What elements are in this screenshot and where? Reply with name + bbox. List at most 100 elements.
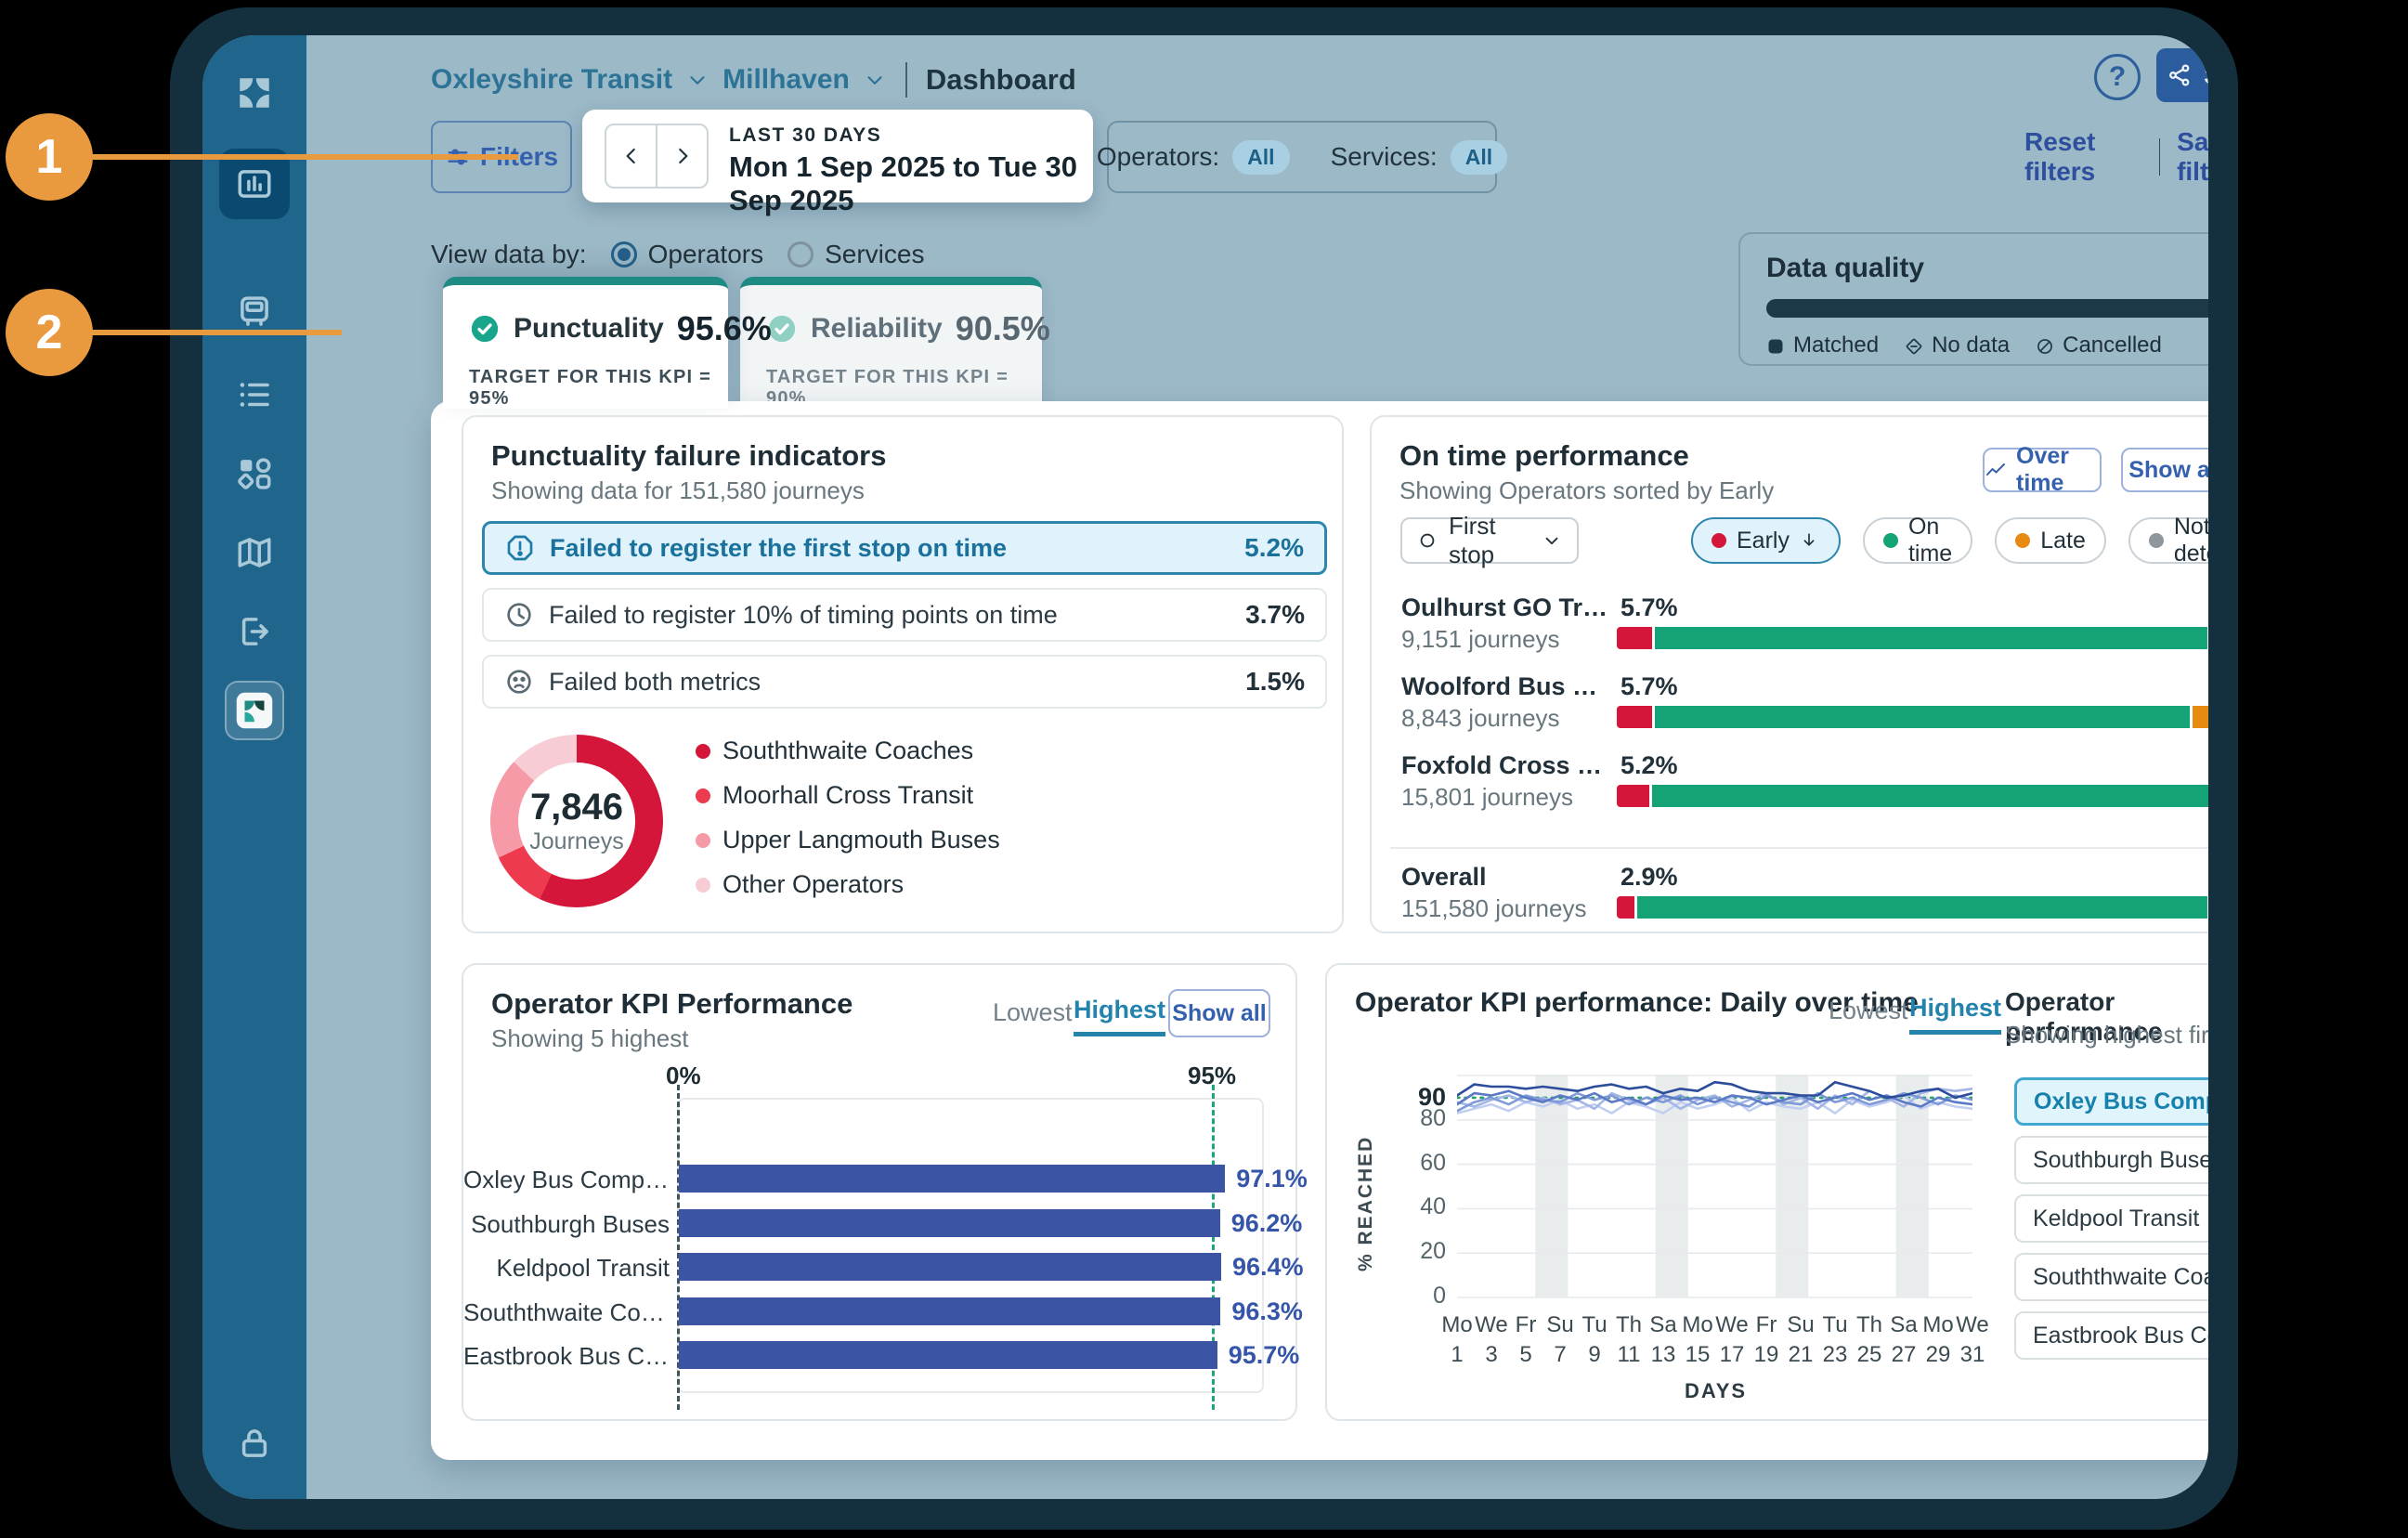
lock-nav-item[interactable]	[225, 1414, 284, 1473]
help-button[interactable]: ?	[2094, 54, 2141, 100]
ontime-card-title: On time performance	[1399, 439, 1689, 473]
bar-segment	[1617, 896, 1634, 919]
legend-item: Cancelled	[2036, 332, 2162, 358]
org-selector[interactable]: Oxleyshire Transit	[431, 64, 672, 96]
on-time-performance-card: On time performance Showing Operators so…	[1370, 415, 2208, 933]
kpi-highest-toggle[interactable]: Highest	[1074, 996, 1165, 1036]
failure-label: Failed both metrics	[549, 668, 761, 697]
list-nav-item[interactable]	[225, 365, 284, 424]
check-circle-icon	[469, 313, 501, 345]
kpi-lowest-toggle[interactable]: Lowest	[993, 998, 1073, 1027]
data-quality-panel: Data quality Matched No data Cancelled	[1738, 232, 2208, 366]
services-filter-label: Services:	[1331, 142, 1438, 172]
chip-dot-icon	[1712, 533, 1726, 548]
active-filters-summary: Operators: All Services: All	[1107, 121, 1497, 193]
reset-filters-link[interactable]: Reset filters	[2024, 127, 2142, 187]
failure-indicator-row[interactable]: Failed to register the first stop on tim…	[482, 521, 1327, 575]
view-by-option-operators[interactable]: Operators	[611, 240, 764, 269]
tab-value: 95.6%	[677, 309, 772, 348]
ontime-card-subtitle: Showing Operators sorted by Early	[1399, 476, 1774, 505]
legend-label: Matched	[1793, 332, 1879, 358]
operator-list-item[interactable]: Southburgh Buses	[2014, 1136, 2208, 1184]
logout-nav-item[interactable]	[225, 602, 284, 661]
daily-y-tick: 40	[1412, 1193, 1446, 1220]
failure-label: Failed to register 10% of timing points …	[549, 601, 1058, 630]
sad-face-icon	[504, 667, 534, 697]
failure-value: 3.7%	[1245, 600, 1305, 630]
tab-reliability[interactable]: Reliability90.5%TARGET FOR THIS KPI = 90…	[740, 277, 1042, 416]
kpi-category-label: Keldpool Transit	[463, 1254, 670, 1283]
chip-on-time[interactable]: On time	[1863, 517, 1972, 564]
operator-journeys: 15,801 journeys	[1401, 783, 1573, 812]
logo-icon	[225, 63, 284, 123]
services-filter-value[interactable]: All	[1451, 140, 1507, 175]
map-nav-item[interactable]	[225, 523, 284, 582]
stop-selector-value: First stop	[1449, 512, 1530, 569]
app-logo-nav-item[interactable]	[225, 681, 284, 740]
kpi-show-all-button[interactable]: Show all	[1168, 989, 1270, 1037]
early-percentage: 2.9%	[1621, 863, 1678, 892]
failure-indicator-row[interactable]: Failed to register 10% of timing points …	[482, 588, 1327, 642]
kpi-bar	[679, 1297, 1220, 1325]
early-percentage: 5.2%	[1621, 751, 1678, 780]
donut-legend-item: Moorhall Cross Transit	[696, 781, 1000, 810]
chevron-down-icon[interactable]	[685, 68, 709, 92]
chip-not-detected[interactable]: Not detected	[2128, 517, 2208, 564]
app-logo-icon	[235, 691, 274, 730]
tab-label: Reliability	[811, 313, 943, 345]
chip-early[interactable]: Early	[1691, 517, 1841, 564]
callout-badge-2: 2	[6, 289, 93, 376]
chip-late[interactable]: Late	[1995, 517, 2106, 564]
radio-on-icon	[611, 241, 637, 267]
operator-list-item[interactable]: Souththwaite Coaches	[2014, 1253, 2208, 1301]
bar-chart-icon	[235, 164, 274, 203]
next-period-button[interactable]	[657, 125, 707, 187]
operators-filter-value[interactable]: All	[1232, 140, 1289, 175]
view-data-by: View data by: OperatorsServices	[431, 236, 924, 273]
donut-legend: Souththwaite CoachesMoorhall Cross Trans…	[696, 736, 1000, 899]
ontime-show-all-button[interactable]: Show all	[2121, 448, 2208, 492]
links-divider	[2159, 138, 2161, 176]
failure-label: Failed to register the first stop on tim…	[550, 534, 1007, 563]
prev-period-button[interactable]	[606, 125, 657, 187]
filter-links: Reset filters Save filters	[2024, 121, 2208, 193]
operator-list-item[interactable]: Oxley Bus Company	[2014, 1077, 2208, 1126]
legend-label: Cancelled	[2063, 332, 2162, 358]
kpi-axis-start: 0%	[666, 1062, 701, 1090]
kpi-card-subtitle: Showing 5 highest	[491, 1024, 688, 1053]
over-time-label: Over time	[2016, 443, 2100, 497]
tab-punctuality[interactable]: Punctuality95.6%TARGET FOR THIS KPI = 95…	[443, 277, 728, 409]
donut-value: 7,846	[530, 787, 623, 828]
stop-selector-dropdown[interactable]: First stop	[1400, 517, 1579, 564]
callout-badge-1: 1	[6, 113, 93, 201]
arrow-down-icon	[1800, 530, 1820, 551]
operator-list-item[interactable]: Eastbrook Bus Compa…	[2014, 1311, 2208, 1360]
kpi-value: 96.3%	[1231, 1297, 1303, 1326]
view-by-option-services[interactable]: Services	[787, 240, 924, 269]
period-range[interactable]: Mon 1 Sep 2025 to Tue 30 Sep 2025	[729, 150, 1093, 217]
chip-label: Early	[1737, 528, 1790, 554]
stacked-bar	[1617, 785, 2208, 807]
operator-list-item[interactable]: Keldpool Transit	[2014, 1194, 2208, 1243]
data-quality-title: Data quality	[1766, 253, 1924, 284]
daily-y-tick: 20	[1412, 1238, 1446, 1265]
save-filters-link[interactable]: Save filters	[2177, 127, 2208, 187]
share-button[interactable]: Share	[2156, 48, 2208, 102]
legend-label: Moorhall Cross Transit	[722, 781, 973, 810]
daily-highest-toggle[interactable]: Highest	[1909, 994, 2001, 1035]
kpi-bar	[679, 1341, 1217, 1369]
daily-y-tick: 80	[1412, 1105, 1446, 1132]
failure-donut-chart: 7,846 Journeys	[490, 735, 663, 907]
chevron-down-icon	[1542, 530, 1562, 551]
chevron-down-icon[interactable]	[863, 68, 887, 92]
app-window: Oxleyshire Transit Millhaven Dashboard ?…	[202, 35, 2208, 1499]
region-selector[interactable]: Millhaven	[722, 64, 850, 96]
daily-lowest-toggle[interactable]: Lowest	[1829, 997, 1908, 1025]
shapes-icon	[235, 454, 274, 493]
over-time-button[interactable]: Over time	[1983, 448, 2102, 492]
punctuality-failure-card: Punctuality failure indicators Showing d…	[462, 415, 1344, 933]
shapes-nav-item[interactable]	[225, 444, 284, 503]
chevron-right-icon	[670, 144, 695, 168]
legend-item: No data	[1905, 332, 2010, 358]
failure-indicator-row[interactable]: Failed both metrics1.5%	[482, 655, 1327, 709]
